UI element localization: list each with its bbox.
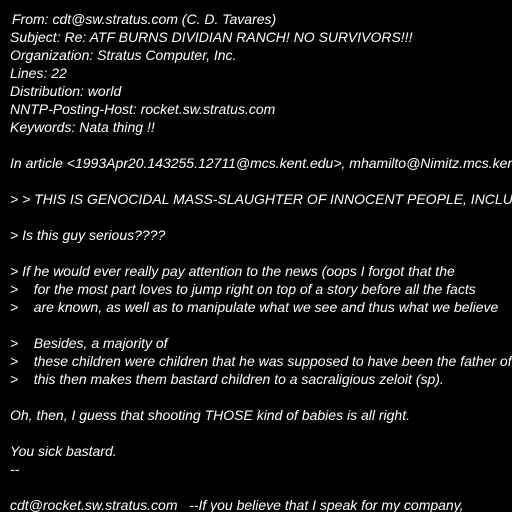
quoted-line: > Besides, a majority of	[10, 335, 168, 351]
header-nntp-host: NNTP-Posting-Host: rocket.sw.stratus.com	[10, 101, 276, 117]
header-distribution: Distribution: world	[10, 83, 122, 99]
header-lines: Lines: 22	[10, 65, 67, 81]
header-from: From: cdt@sw.stratus.com (C. D. Tavares)	[12, 11, 277, 27]
message-view: From: cdt@sw.stratus.com (C. D. Tavares)…	[0, 0, 512, 512]
signature-separator: --	[10, 461, 20, 477]
signature-line: cdt@rocket.sw.stratus.com --If you belie…	[10, 497, 464, 512]
quoted-line: > this then makes them bastard children …	[10, 371, 444, 387]
header-organization: Organization: Stratus Computer, Inc.	[10, 47, 237, 63]
quoted-line: > are known, as well as to manipulate wh…	[10, 299, 499, 315]
header-keywords: Keywords: Nata thing !!	[10, 119, 155, 135]
quoted-line: > If he would ever really pay attention …	[10, 263, 455, 279]
attribution-line: In article <1993Apr20.143255.12711@mcs.k…	[10, 155, 512, 171]
quoted-line: > these children were children that he w…	[10, 353, 512, 369]
reply-line: You sick bastard.	[10, 443, 117, 459]
header-subject: Subject: Re: ATF BURNS DIVIDIAN RANCH! N…	[10, 29, 413, 45]
quoted-line: > Is this guy serious????	[10, 227, 166, 243]
quoted-line: > > THIS IS GENOCIDAL MASS-SLAUGHTER OF …	[10, 191, 512, 207]
quoted-line: > for the most part loves to jump right …	[10, 281, 476, 297]
reply-line: Oh, then, I guess that shooting THOSE ki…	[10, 407, 410, 423]
